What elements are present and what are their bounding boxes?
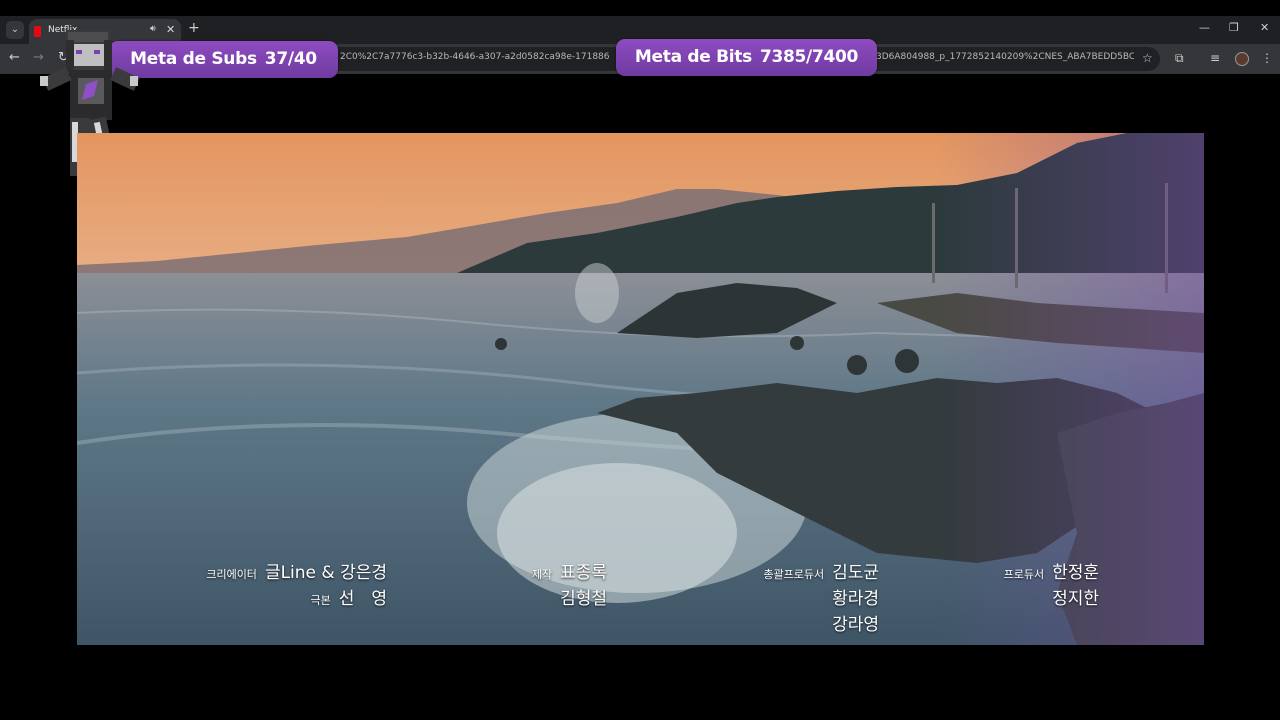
close-icon[interactable]: ✕ xyxy=(166,23,175,36)
subs-goal-badge: Meta de Subs 37/40 xyxy=(109,41,338,78)
minimize-icon[interactable]: — xyxy=(1199,21,1210,34)
credit-name-producer-2: 정지한 xyxy=(1052,589,1099,609)
subs-goal-value: 37/40 xyxy=(264,49,317,69)
credit-role-production: 제작 xyxy=(531,568,553,581)
credit-name-screenplay: 선 영 xyxy=(338,589,387,609)
bits-goal-badge: Meta de Bits 7385/7400 xyxy=(616,39,877,76)
credit-role-chief-producer: 총괄프로듀서 xyxy=(763,568,825,581)
credit-role-producer: 프로듀서 xyxy=(1003,568,1045,581)
chevron-down-icon: ⌄ xyxy=(10,24,20,35)
credit-name-production-1: 표종록 xyxy=(560,563,607,583)
bits-goal-label: Meta de Bits xyxy=(634,47,752,67)
url-text-segment-2: 3D6A804988_p_1772852140209%2CNES_ABA7BED… xyxy=(876,52,1134,62)
url-text-segment-1: 2C0%2C7a7776c3-b32b-4646-a307-a2d0582ca9… xyxy=(340,52,610,62)
credit-role-screenplay: 극본 xyxy=(310,594,331,607)
star-icon[interactable]: ☆ xyxy=(1142,51,1153,65)
credit-name-creator: 글Line & 강은경 xyxy=(264,563,387,583)
kebab-menu-icon[interactable]: ⋮ xyxy=(1261,51,1273,65)
credit-name-production-2: 김형철 xyxy=(560,589,607,609)
media-control-icon[interactable]: ≡ xyxy=(1210,51,1220,65)
credit-name-chief-producer-1: 김도균 xyxy=(832,563,879,583)
video-player[interactable]: 크리에이터 글Line & 강은경 극본 선 영 제작 표종록 김형철 총괄프로듀서 김… xyxy=(77,133,1204,645)
arrow-left-icon[interactable]: ← xyxy=(9,50,20,65)
tab-search-button[interactable]: ⌄ xyxy=(6,21,24,39)
credit-role-creator: 크리에이터 xyxy=(206,568,257,581)
credit-name-chief-producer-2: 황라경 xyxy=(832,589,879,609)
credit-block-production: 제작 표종록 김형철 xyxy=(507,558,607,610)
credit-block-chief-producer: 총괄프로듀서 김도균 황라경 강라영 xyxy=(737,558,879,636)
bits-goal-value: 7385/7400 xyxy=(759,47,859,67)
credit-block-creator: 크리에이터 글Line & 강은경 극본 선 영 xyxy=(187,558,387,610)
credit-name-chief-producer-3: 강라영 xyxy=(832,615,879,635)
restore-icon[interactable]: ❐ xyxy=(1229,21,1239,34)
puzzle-icon[interactable]: ⧉ xyxy=(1175,51,1184,66)
speaker-icon[interactable]: 🔊︎ xyxy=(150,24,156,34)
profile-avatar[interactable] xyxy=(1235,52,1249,66)
credit-name-producer-1: 한정훈 xyxy=(1052,563,1099,583)
credit-block-producer: 프로듀서 한정훈 정지한 xyxy=(977,558,1099,610)
window-close-icon[interactable]: ✕ xyxy=(1260,21,1269,34)
subs-goal-label: Meta de Subs xyxy=(130,49,257,69)
plus-icon[interactable]: + xyxy=(188,20,200,36)
